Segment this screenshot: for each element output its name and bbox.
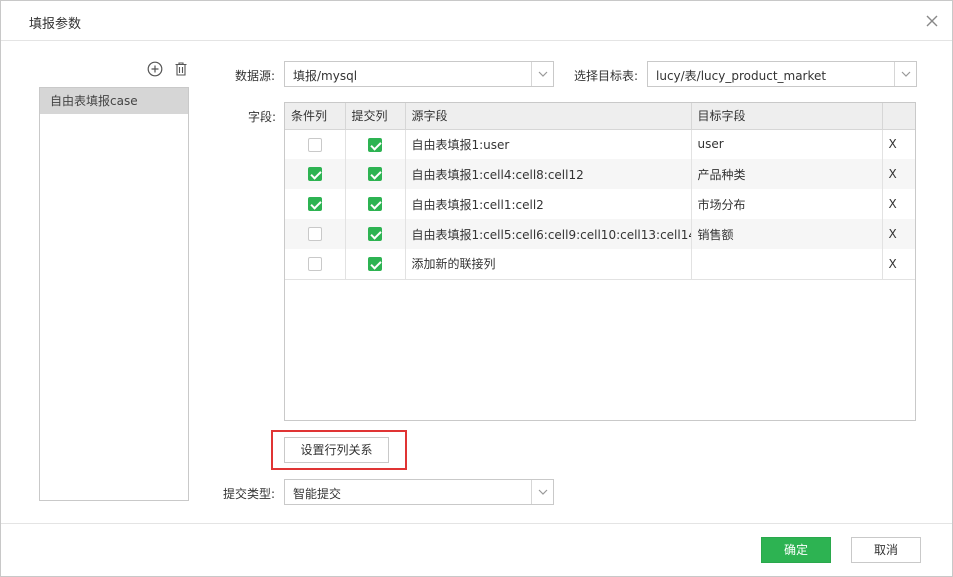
- target-table-label: 选择目标表:: [574, 69, 639, 83]
- target-field-cell[interactable]: user: [691, 129, 883, 159]
- delete-row-button[interactable]: X: [882, 249, 915, 280]
- condition-checkbox[interactable]: [307, 137, 322, 152]
- submit-checkbox[interactable]: [368, 227, 382, 242]
- list-item[interactable]: 自由表填报case: [40, 88, 188, 114]
- column-header-action: [882, 103, 915, 130]
- target-table-value: lucy/表/lucy_product_market: [656, 69, 827, 83]
- condition-checkbox[interactable]: [307, 167, 322, 182]
- submit-checkbox[interactable]: [368, 257, 382, 271]
- submit-type-value: 智能提交: [293, 487, 342, 501]
- report-list: 自由表填报case: [39, 87, 189, 501]
- column-header-submit: 提交列: [345, 103, 406, 130]
- source-field-cell[interactable]: 自由表填报1:cell4:cell8:cell12: [405, 159, 692, 189]
- target-field-cell[interactable]: [691, 249, 883, 280]
- submit-type-select[interactable]: 智能提交: [284, 479, 554, 505]
- column-header-condition: 条件列: [285, 103, 346, 130]
- submit-type-label: 提交类型:: [223, 487, 276, 501]
- condition-checkbox[interactable]: [307, 197, 322, 212]
- cancel-button[interactable]: 取消: [851, 537, 921, 563]
- datasource-label: 数据源:: [235, 69, 276, 83]
- table-header-row: 条件列 提交列 源字段 目标字段: [285, 103, 915, 130]
- fields-label: 字段:: [248, 110, 277, 124]
- source-field-cell[interactable]: 自由表填报1:cell1:cell2: [405, 189, 692, 219]
- fields-table: 条件列 提交列 源字段 目标字段 自由表填报1:user user X 自由表填…: [284, 102, 916, 421]
- table-row: 自由表填报1:cell1:cell2 市场分布 X: [285, 189, 915, 219]
- delete-row-button[interactable]: X: [882, 189, 915, 219]
- delete-row-button[interactable]: X: [882, 129, 915, 159]
- target-field-cell[interactable]: 销售额: [691, 219, 883, 249]
- chevron-down-icon[interactable]: [531, 62, 553, 86]
- add-icon[interactable]: [147, 61, 163, 77]
- target-field-cell[interactable]: 市场分布: [691, 189, 883, 219]
- table-row: 添加新的联接列 X: [285, 249, 915, 280]
- chevron-down-icon[interactable]: [894, 62, 916, 86]
- dialog-titlebar: 填报参数: [1, 1, 952, 41]
- dialog-title: 填报参数: [29, 17, 82, 32]
- datasource-select[interactable]: 填报/mysql: [284, 61, 554, 87]
- trash-icon[interactable]: [173, 61, 189, 77]
- table-row: 自由表填报1:user user X: [285, 129, 915, 159]
- column-header-source: 源字段: [405, 103, 692, 130]
- condition-checkbox[interactable]: [307, 227, 322, 242]
- table-row: 自由表填报1:cell5:cell6:cell9:cell10:cell13:c…: [285, 219, 915, 249]
- condition-checkbox[interactable]: [307, 257, 322, 271]
- submit-checkbox[interactable]: [368, 137, 382, 152]
- dialog: 填报参数 自由表填报case 数据源: 填报/mysql 选择目标表: lucy…: [0, 0, 953, 577]
- delete-row-button[interactable]: X: [882, 219, 915, 249]
- submit-checkbox[interactable]: [368, 167, 382, 182]
- source-field-cell[interactable]: 添加新的联接列: [405, 249, 692, 280]
- column-header-target: 目标字段: [691, 103, 883, 130]
- set-relation-button[interactable]: 设置行列关系: [284, 437, 389, 463]
- delete-row-button[interactable]: X: [882, 159, 915, 189]
- datasource-value: 填报/mysql: [293, 69, 358, 83]
- submit-checkbox[interactable]: [368, 197, 382, 212]
- close-icon[interactable]: [924, 13, 940, 29]
- ok-button[interactable]: 确定: [761, 537, 831, 563]
- source-field-cell[interactable]: 自由表填报1:user: [405, 129, 692, 159]
- target-field-cell[interactable]: 产品种类: [691, 159, 883, 189]
- table-row: 自由表填报1:cell4:cell8:cell12 产品种类 X: [285, 159, 915, 189]
- chevron-down-icon[interactable]: [531, 480, 553, 504]
- source-field-cell[interactable]: 自由表填报1:cell5:cell6:cell9:cell10:cell13:c…: [405, 219, 692, 249]
- target-table-select[interactable]: lucy/表/lucy_product_market: [647, 61, 917, 87]
